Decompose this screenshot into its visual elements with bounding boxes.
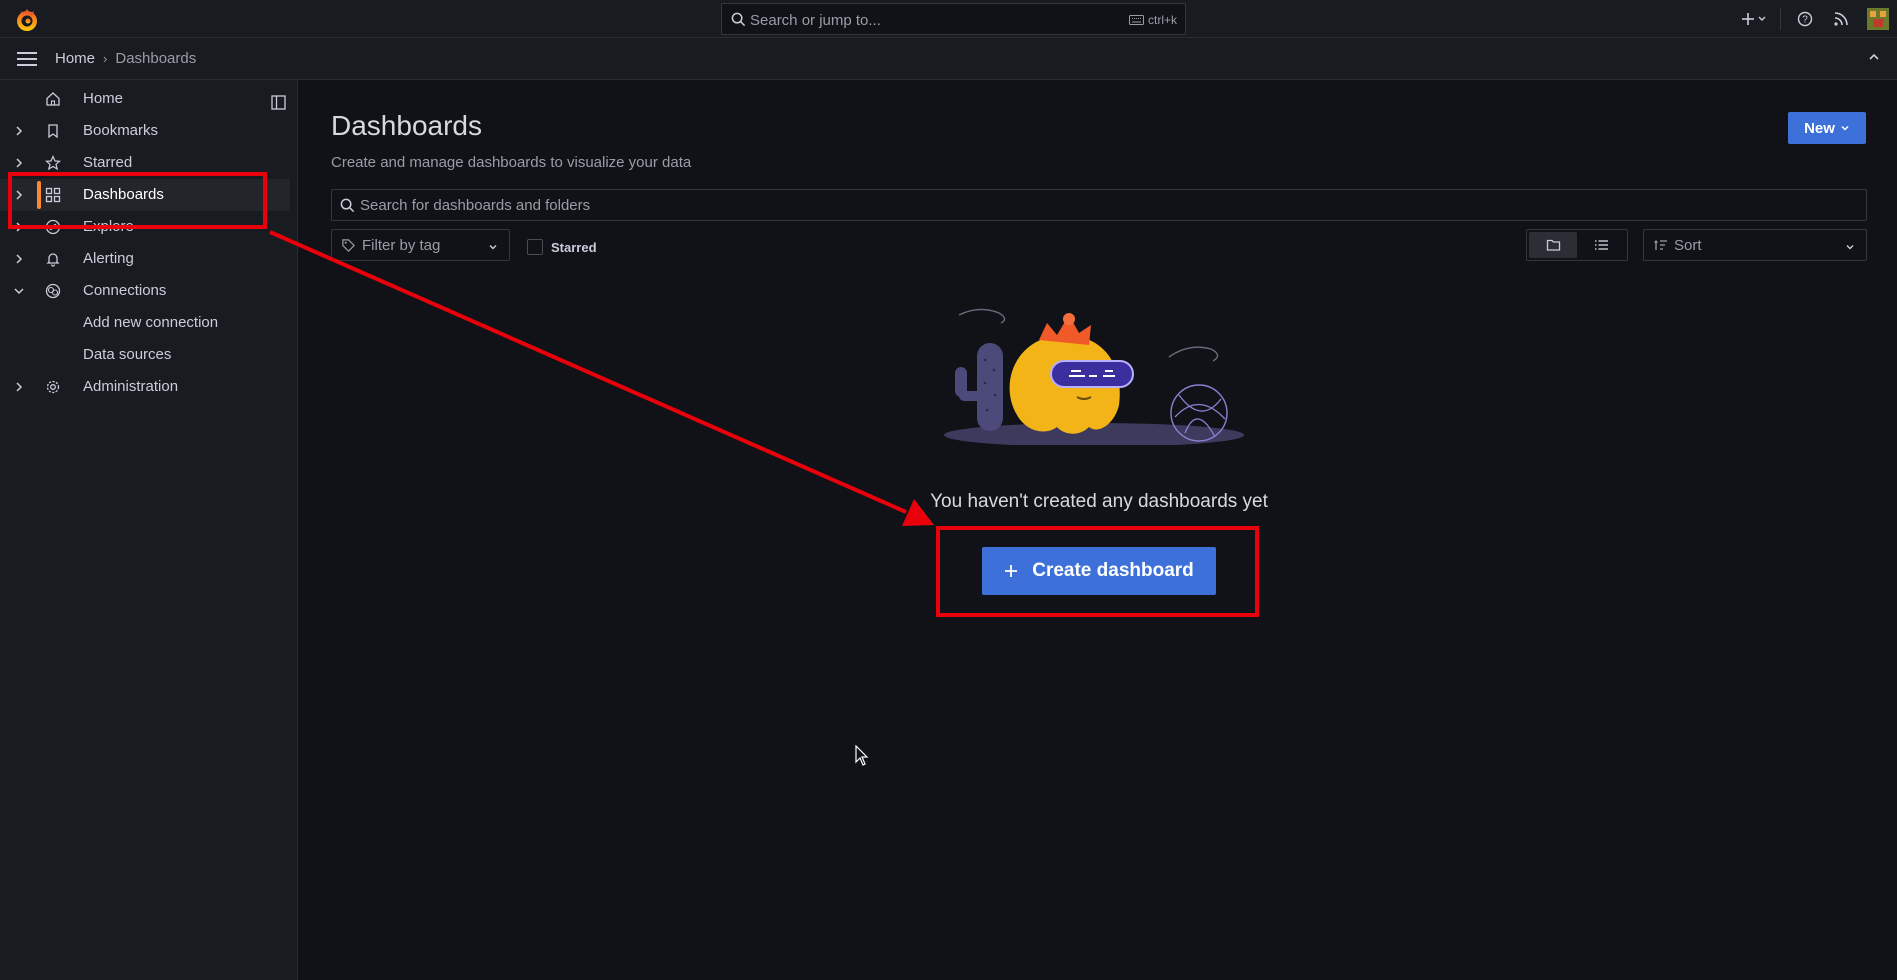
sort-select[interactable]: Sort bbox=[1643, 229, 1867, 261]
starred-label: Starred bbox=[551, 239, 597, 255]
starred-filter[interactable]: Starred bbox=[527, 239, 597, 255]
chevron-right-icon[interactable] bbox=[12, 252, 26, 270]
highlight-box-dashboards bbox=[8, 172, 267, 229]
view-toggle bbox=[1526, 229, 1628, 261]
chevron-down-icon bbox=[1844, 240, 1856, 258]
menu-toggle-button[interactable] bbox=[16, 51, 38, 72]
page-subtitle: Create and manage dashboards to visualiz… bbox=[331, 154, 692, 171]
help-button[interactable]: ? bbox=[1787, 0, 1823, 38]
chevron-up-icon bbox=[1869, 53, 1879, 60]
sidebar-item-add-new-connection[interactable]: Add new connection bbox=[0, 307, 290, 339]
user-avatar[interactable] bbox=[1867, 8, 1889, 30]
dock-icon bbox=[271, 95, 286, 110]
collapse-header-button[interactable] bbox=[1867, 50, 1881, 69]
keyboard-icon bbox=[1128, 15, 1144, 25]
starred-checkbox[interactable] bbox=[527, 239, 543, 255]
help-icon: ? bbox=[1797, 11, 1813, 27]
grafana-logo-icon[interactable] bbox=[14, 7, 40, 33]
connections-icon bbox=[45, 283, 61, 303]
top-bar: Search or jump to... ctrl+k ? bbox=[0, 0, 1897, 38]
sidebar-item-home[interactable]: Home bbox=[0, 83, 290, 115]
top-search-input[interactable]: Search or jump to... ctrl+k bbox=[721, 3, 1186, 35]
chevron-down-icon bbox=[1841, 125, 1849, 131]
chevron-down-icon bbox=[487, 240, 499, 258]
sidebar-item-label: Data sources bbox=[83, 346, 172, 363]
sidebar-item-administration[interactable]: Administration bbox=[0, 371, 290, 403]
breadcrumb-separator: › bbox=[103, 51, 108, 66]
dock-sidebar-button[interactable] bbox=[271, 95, 286, 115]
sidebar-item-bookmarks[interactable]: Bookmarks bbox=[0, 115, 290, 147]
search-icon bbox=[731, 12, 746, 32]
gear-icon bbox=[45, 379, 61, 399]
list-icon bbox=[1594, 240, 1608, 250]
sidebar-item-label: Starred bbox=[83, 154, 133, 171]
empty-state-message: You haven't created any dashboards yet bbox=[930, 491, 1268, 512]
hamburger-icon bbox=[17, 52, 37, 66]
sidebar-item-label: Add new connection bbox=[83, 314, 219, 331]
top-search-placeholder: Search or jump to... bbox=[750, 12, 881, 29]
bell-icon bbox=[45, 251, 61, 271]
home-icon bbox=[45, 91, 61, 111]
sidebar-item-data-sources[interactable]: Data sources bbox=[0, 339, 290, 371]
tag-icon bbox=[341, 238, 356, 258]
breadcrumb-home-link[interactable]: Home bbox=[55, 50, 95, 67]
news-button[interactable] bbox=[1823, 0, 1859, 38]
top-bar-actions: ? bbox=[1734, 0, 1897, 38]
folder-icon bbox=[1546, 239, 1560, 251]
new-button-label: New bbox=[1804, 119, 1835, 137]
dashboard-search-placeholder: Search for dashboards and folders bbox=[360, 197, 591, 214]
folder-view-button[interactable] bbox=[1529, 232, 1577, 258]
sidebar-item-connections[interactable]: Connections bbox=[0, 275, 290, 307]
rss-icon bbox=[1834, 12, 1848, 26]
new-button[interactable]: New bbox=[1788, 112, 1866, 144]
sort-icon bbox=[1654, 238, 1668, 257]
breadcrumb: Home › Dashboards bbox=[55, 50, 196, 67]
sidebar-item-label: Connections bbox=[83, 282, 167, 299]
tag-filter-placeholder: Filter by tag bbox=[362, 237, 441, 254]
keyboard-shortcut-hint: ctrl+k bbox=[1128, 13, 1177, 27]
chevron-right-icon[interactable] bbox=[12, 380, 26, 398]
sidebar-item-label: Home bbox=[83, 90, 124, 107]
bookmark-icon bbox=[45, 123, 61, 143]
svg-text:?: ? bbox=[1802, 15, 1808, 26]
sidebar-item-alerting[interactable]: Alerting bbox=[0, 243, 290, 275]
divider bbox=[1780, 8, 1781, 30]
chevron-down-icon[interactable] bbox=[12, 284, 26, 302]
dashboard-search-input[interactable]: Search for dashboards and folders bbox=[331, 189, 1867, 221]
empty-state-illustration bbox=[939, 295, 1249, 447]
sidebar-item-label: Bookmarks bbox=[83, 122, 159, 139]
breadcrumb-current: Dashboards bbox=[115, 50, 197, 67]
page-title: Dashboards bbox=[331, 110, 482, 141]
add-menu-button[interactable] bbox=[1734, 0, 1774, 38]
chevron-right-icon[interactable] bbox=[12, 124, 26, 142]
mouse-cursor-icon bbox=[855, 744, 869, 772]
search-icon bbox=[340, 198, 355, 218]
shortcut-label: ctrl+k bbox=[1147, 13, 1177, 27]
sort-placeholder: Sort bbox=[1674, 237, 1702, 254]
sidebar-item-label: Alerting bbox=[83, 250, 134, 267]
sidebar-item-label: Administration bbox=[83, 378, 179, 395]
highlight-box-create bbox=[936, 526, 1259, 617]
list-view-button[interactable] bbox=[1577, 232, 1625, 258]
tag-filter-select[interactable]: Filter by tag bbox=[331, 229, 510, 261]
plus-icon bbox=[1742, 13, 1766, 25]
breadcrumb-bar: Home › Dashboards bbox=[0, 38, 1897, 80]
